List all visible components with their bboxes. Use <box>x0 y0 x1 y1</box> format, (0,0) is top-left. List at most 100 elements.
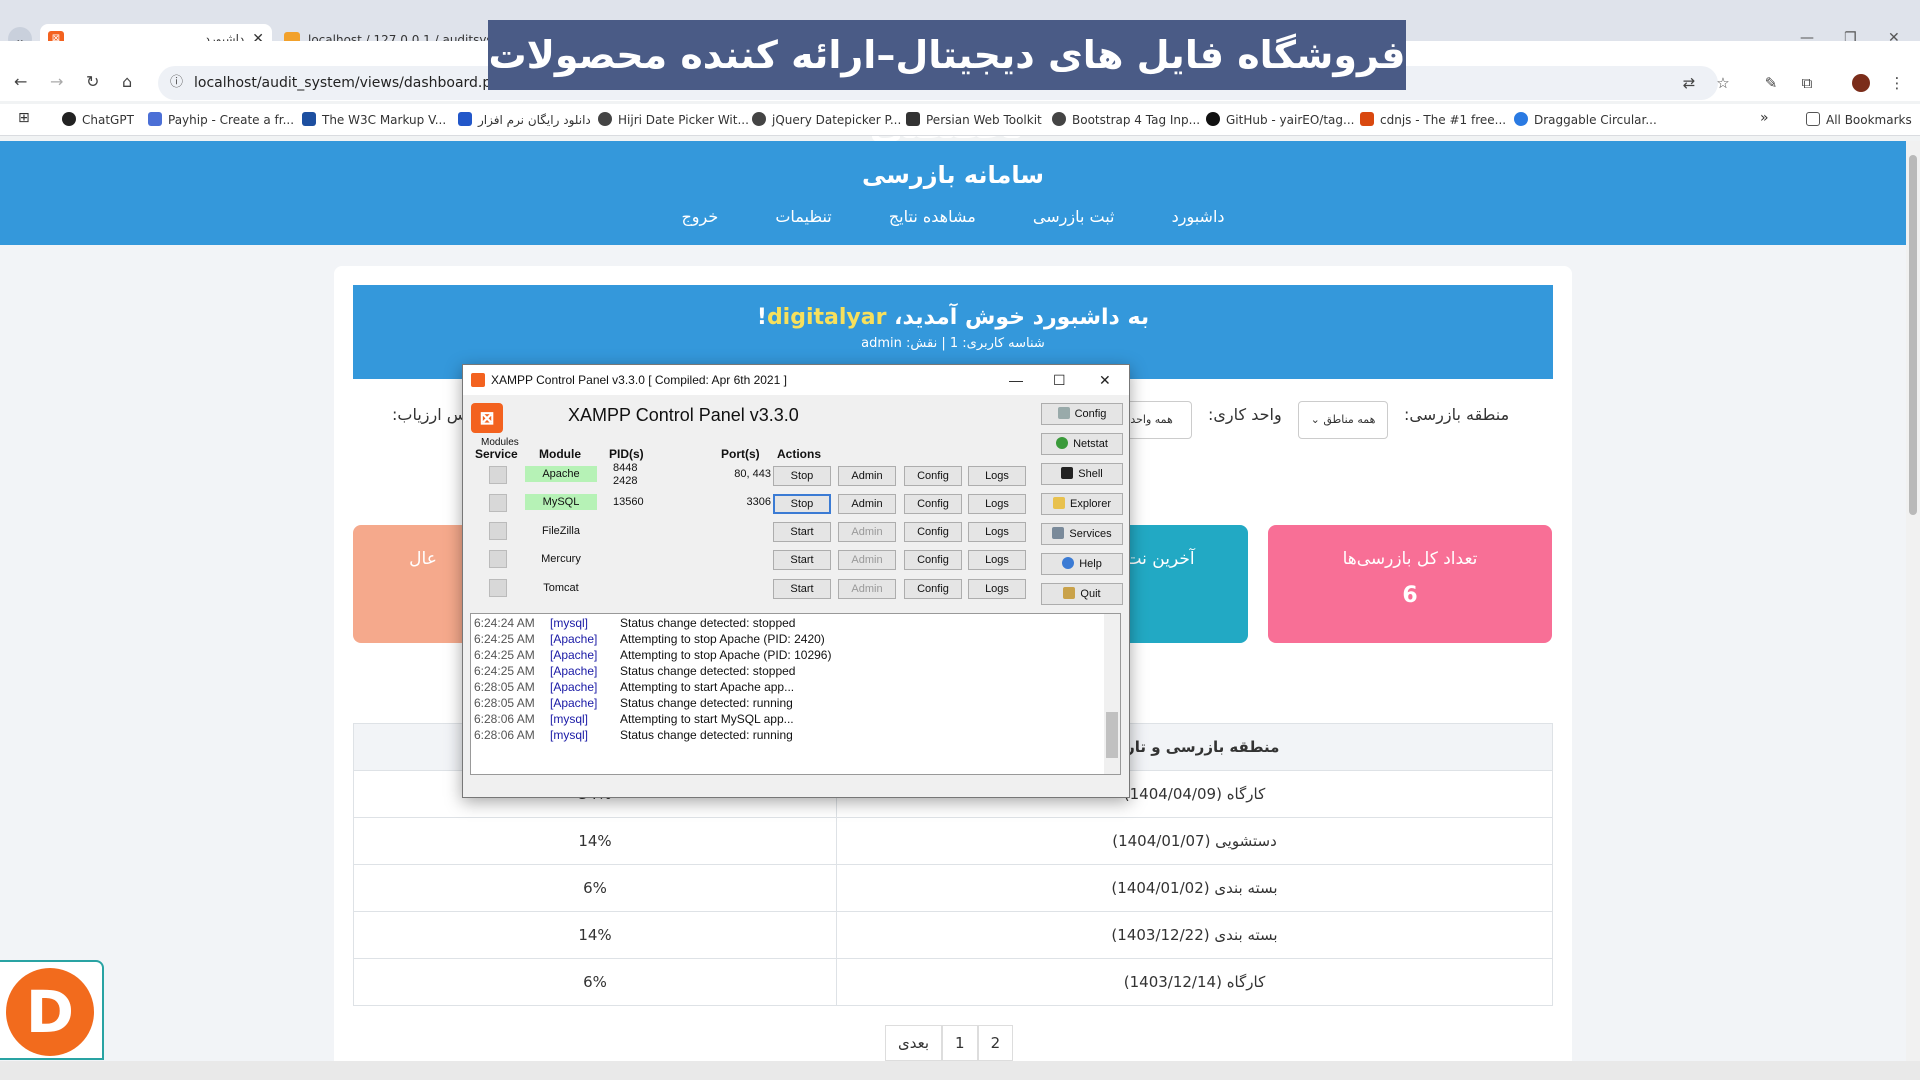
nav-dashboard[interactable]: داشبورد <box>1172 207 1225 226</box>
folder-icon <box>1806 112 1820 126</box>
bookmark-item[interactable]: Persian Web Toolkit <box>906 112 1042 127</box>
more-bookmarks-icon[interactable]: » <box>1760 110 1769 126</box>
xampp-maximize-icon[interactable]: ☐ <box>1053 365 1066 395</box>
quit-button[interactable]: Quit <box>1041 583 1123 605</box>
filezilla-admin-button: Admin <box>838 522 896 542</box>
bookmark-item[interactable]: jQuery Datepicker P... <box>752 112 901 127</box>
table-row: دستشویی (1404/01/07) 14% <box>353 817 1553 865</box>
mercury-config-button[interactable]: Config <box>904 550 962 570</box>
bookmark-item[interactable]: GitHub - yairEO/tag... <box>1206 112 1354 127</box>
bookmark-item[interactable]: cdnjs - The #1 free... <box>1360 112 1506 127</box>
service-checkbox[interactable] <box>489 494 507 512</box>
nav-logout[interactable]: خروج <box>681 207 718 226</box>
module-header: Module <box>539 447 581 461</box>
netstat-button[interactable]: Netstat <box>1041 433 1123 455</box>
table-row: کارگاه (1403/12/14) 6% <box>353 958 1553 1006</box>
xampp-minimize-icon[interactable]: — <box>1009 365 1023 395</box>
extensions-icon[interactable]: ⧉ <box>1798 74 1816 92</box>
tomcat-logs-button[interactable]: Logs <box>968 579 1026 599</box>
github-icon <box>1206 112 1220 126</box>
back-icon[interactable]: ← <box>14 72 27 91</box>
reload-icon[interactable]: ↻ <box>86 72 99 91</box>
pager-page-2[interactable]: 2 <box>977 1025 1014 1061</box>
nav-view-results[interactable]: مشاهده نتایج <box>889 207 976 226</box>
services-button[interactable]: Services <box>1041 523 1123 545</box>
bookmark-item[interactable]: Bootstrap 4 Tag Inp... <box>1052 112 1200 127</box>
shell-button[interactable]: Shell <box>1041 463 1123 485</box>
pager-next-button[interactable]: بعدی <box>885 1025 943 1061</box>
module-name: Apache <box>525 466 597 482</box>
apps-grid-icon[interactable]: ⊞ <box>18 110 30 126</box>
bookmark-item[interactable]: ChatGPT <box>62 112 134 127</box>
nav-settings[interactable]: تنظیمات <box>775 207 831 226</box>
table-cell: بسته بندی (1404/01/02) <box>836 864 1553 912</box>
module-name: FileZilla <box>542 525 580 537</box>
port-header: Port(s) <box>721 447 760 461</box>
xampp-config-button[interactable]: Config <box>1041 403 1123 425</box>
mysql-logs-button[interactable]: Logs <box>968 494 1026 514</box>
tomcat-start-button[interactable]: Start <box>773 579 831 599</box>
table-row: بسته بندی (1404/01/02) 6% <box>353 864 1553 912</box>
bookmark-item[interactable]: The W3C Markup V... <box>302 112 446 127</box>
pager-page-1[interactable]: 1 <box>942 1025 978 1061</box>
log-scrollbar[interactable] <box>1104 614 1120 774</box>
page-scrollbar[interactable] <box>1906 141 1920 1061</box>
menu-icon[interactable]: ⋮ <box>1888 74 1906 92</box>
payhip-icon <box>148 112 162 126</box>
apache-logs-button[interactable]: Logs <box>968 466 1026 486</box>
forward-icon[interactable]: → <box>50 72 63 91</box>
filezilla-start-button[interactable]: Start <box>773 522 831 542</box>
log-line: 6:28:05 AM [Apache] Attempting to start Ap… <box>474 680 795 694</box>
tomcat-config-button[interactable]: Config <box>904 579 962 599</box>
filezilla-config-button[interactable]: Config <box>904 522 962 542</box>
service-checkbox[interactable] <box>489 522 507 540</box>
globe-icon <box>1056 437 1069 449</box>
xampp-close-icon[interactable]: ✕ <box>1099 365 1111 395</box>
download-site-icon <box>458 112 472 126</box>
bookmark-item[interactable]: Hijri Date Picker Wit... <box>598 112 749 127</box>
apache-stop-button[interactable]: Stop <box>773 466 831 486</box>
all-bookmarks[interactable]: All Bookmarks <box>1806 112 1912 127</box>
mysql-stop-button[interactable]: Stop <box>773 494 831 514</box>
table-cell: 14% <box>353 817 837 865</box>
service-checkbox[interactable] <box>489 466 507 484</box>
store-banner: فروشگاه فایل های دیجیتال–ارائه کننده محص… <box>488 20 1406 147</box>
mysql-config-button[interactable]: Config <box>904 494 962 514</box>
door-icon <box>1063 587 1076 599</box>
bookmark-star-icon[interactable]: ☆ <box>1714 74 1732 92</box>
module-name: Mercury <box>541 553 581 565</box>
xampp-log[interactable]: 6:24:24 AM [mysql] Status change detected:… <box>470 613 1121 775</box>
log-scrollbar-thumb[interactable] <box>1106 712 1118 758</box>
eyedropper-icon[interactable]: ✎ <box>1762 74 1780 92</box>
bookmark-item[interactable]: Draggable Circular... <box>1514 112 1657 127</box>
mercury-start-button[interactable]: Start <box>773 550 831 570</box>
gears-icon <box>1052 527 1065 539</box>
scrollbar-thumb[interactable] <box>1909 155 1917 515</box>
table-cell: 6% <box>353 958 837 1006</box>
log-line: 6:28:06 AM [mysql] Status change detected:… <box>474 728 793 742</box>
service-checkbox[interactable] <box>489 550 507 568</box>
log-line: 6:28:06 AM [mysql] Attempting to start MyS… <box>474 712 794 726</box>
bookmark-item[interactable]: Payhip - Create a fr... <box>148 112 294 127</box>
unit-filter-label: واحد کاری: <box>1208 405 1282 424</box>
nav-register-audit[interactable]: ثبت بازرسی <box>1033 207 1115 226</box>
explorer-button[interactable]: Explorer <box>1041 493 1123 515</box>
help-button[interactable]: Help <box>1041 553 1123 575</box>
pagination: بعدی 1 2 <box>885 1025 1014 1061</box>
site-info-icon[interactable]: ⓘ <box>170 66 183 100</box>
region-filter-select[interactable]: همه مناطق ⌄ <box>1298 401 1388 439</box>
table-cell: 6% <box>353 864 837 912</box>
apache-admin-button[interactable]: Admin <box>838 466 896 486</box>
bookmark-item[interactable]: دانلود رایگان نرم افزار <box>458 112 591 127</box>
jquery-icon <box>752 112 766 126</box>
mercury-logs-button[interactable]: Logs <box>968 550 1026 570</box>
home-icon[interactable]: ⌂ <box>122 72 132 91</box>
stat-title: تعداد کل بازرسی‌ها <box>1342 549 1478 569</box>
service-checkbox[interactable] <box>489 579 507 597</box>
apache-config-button[interactable]: Config <box>904 466 962 486</box>
filezilla-logs-button[interactable]: Logs <box>968 522 1026 542</box>
translate-icon[interactable]: ⇄ <box>1680 74 1698 92</box>
user-info: شناسه کاربری: 1 | نقش: admin <box>861 336 1045 351</box>
mysql-admin-button[interactable]: Admin <box>838 494 896 514</box>
profile-avatar[interactable] <box>1852 74 1870 92</box>
